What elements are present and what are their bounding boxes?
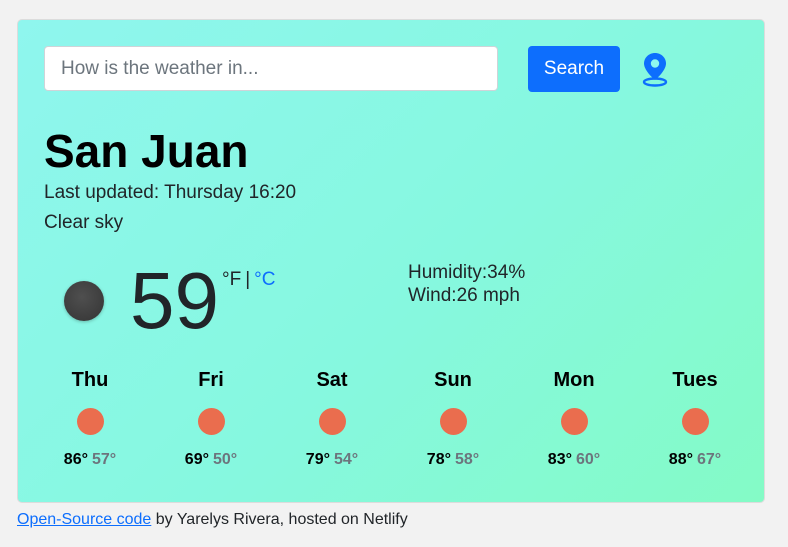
forecast-day-name: Thu [71,369,109,391]
sun-icon [439,408,467,435]
forecast-min: 58° [455,451,480,468]
weather-details: Humidity:34% Wind:26 mph [408,261,525,307]
forecast-day: Mon 83° 60° [514,368,634,469]
moon-icon [64,281,104,321]
forecast-min: 50° [213,451,238,468]
forecast-max: 83° [547,451,572,468]
sun-icon [318,408,346,435]
forecast-max: 78° [426,451,451,468]
forecast-temps: 79° 54° [272,451,392,469]
celsius-link[interactable]: °C [254,269,275,290]
sun-icon [197,408,225,435]
forecast-day-name: Fri [198,369,224,391]
city-name: San Juan [44,125,249,177]
last-updated: Last updated: Thursday 16:20 [44,182,297,203]
footer: Open-Source code by Yarelys Rivera, host… [17,511,408,529]
forecast-day: Thu 86° 57° [30,368,150,469]
forecast-temps: 88° 67° [635,451,755,469]
current-location-button[interactable] [639,51,671,87]
forecast-day: Tues 88° 67° [635,368,755,469]
sun-icon [681,408,709,435]
forecast-min: 57° [92,451,117,468]
forecast-day-name: Tues [672,369,718,391]
weather-description: Clear sky [44,212,124,233]
forecast-min: 60° [576,451,601,468]
forecast-day: Fri 69° 50° [151,368,271,469]
forecast-temps: 69° 50° [151,451,271,469]
forecast-day: Sun 78° 58° [393,368,513,469]
forecast-temps: 78° 58° [393,451,513,469]
wind: Wind:26 mph [408,285,520,306]
forecast-temps: 83° 60° [514,451,634,469]
forecast-max: 79° [305,451,330,468]
sun-icon [560,408,588,435]
unit-separator: | [245,269,251,290]
search-button[interactable]: Search [528,46,620,92]
search-input[interactable] [44,46,498,91]
fahrenheit-unit: °F [222,269,242,290]
footer-credit: by Yarelys Rivera, hosted on Netlify [151,511,408,528]
forecast-max: 69° [184,451,209,468]
sun-icon [76,408,104,435]
forecast-day-name: Mon [553,369,595,391]
humidity: Humidity:34% [408,262,526,283]
weather-card: Search San Juan Last updated: Thursday 1… [17,19,765,503]
forecast-max: 86° [63,451,88,468]
map-pin-icon [642,53,668,87]
open-source-link[interactable]: Open-Source code [17,511,151,528]
forecast-temps: 86° 57° [30,451,150,469]
forecast-max: 88° [668,451,693,468]
forecast-min: 67° [697,451,722,468]
forecast-day: Sat 79° 54° [272,368,392,469]
forecast-min: 54° [334,451,359,468]
forecast-day-name: Sun [434,369,472,391]
current-temperature: 59 [130,256,219,345]
forecast-day-name: Sat [316,369,348,391]
forecast: Thu 86° 57° Fri 69° 50° Sat 79° 54° Sun 78°… [30,368,750,478]
unit-toggle: °F | °C [222,269,275,291]
